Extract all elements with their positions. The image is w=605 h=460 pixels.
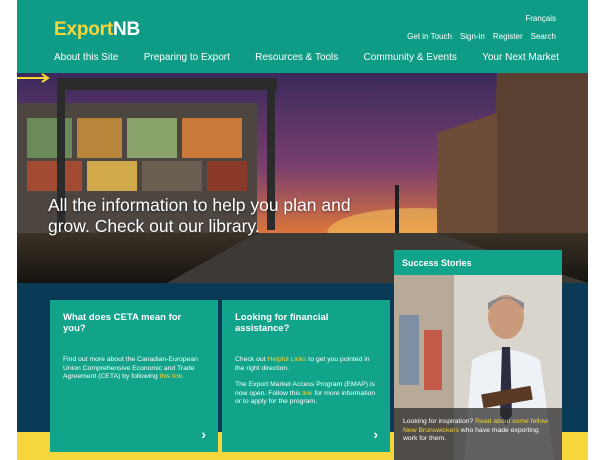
register-link[interactable]: Register — [493, 32, 523, 41]
search-link[interactable]: Search — [531, 32, 556, 41]
success-title: Success Stories — [394, 250, 562, 275]
ceta-title: What does CETA mean for you? — [63, 312, 182, 334]
finance-p1-text: Check out — [235, 356, 268, 363]
success-stories-panel[interactable]: Success Stories Looking for inspiration?… — [394, 250, 562, 460]
ceta-link[interactable]: this link — [160, 373, 183, 380]
nav-community[interactable]: Community & Events — [364, 52, 457, 63]
finance-body-2: The Export Market Access Program (EMAP) … — [235, 381, 377, 407]
language-toggle[interactable]: Français — [525, 14, 556, 23]
emap-link[interactable]: link — [302, 390, 312, 397]
nav-next-market[interactable]: Your Next Market — [482, 52, 559, 63]
utility-nav: Get in Touch Sign-in Register Search — [407, 32, 556, 41]
finance-card[interactable]: Looking for financial assistance? Check … — [222, 300, 390, 452]
exportnb-logo[interactable]: ExportNB — [54, 19, 140, 41]
ceta-body-end: . — [182, 373, 185, 381]
hero-headline[interactable]: All the information to help you plan and… — [48, 195, 368, 237]
site-header: ExportNB Français Get in Touch Sign-in R… — [17, 0, 588, 73]
chevron-right-icon[interactable]: › — [201, 426, 206, 442]
finance-body-1: Check out Helpful Links to get you point… — [235, 356, 377, 373]
right-arrow-icon[interactable] — [17, 73, 51, 83]
sign-in-link[interactable]: Sign-in — [460, 32, 485, 41]
page-frame: ExportNB Français Get in Touch Sign-in R… — [17, 0, 588, 460]
main-nav: About this Site Preparing to Export Reso… — [54, 52, 559, 63]
nav-preparing[interactable]: Preparing to Export — [144, 52, 230, 63]
success-cap-text: Looking for inspiration? — [403, 418, 476, 425]
nav-resources[interactable]: Resources & Tools — [255, 52, 338, 63]
get-in-touch-link[interactable]: Get in Touch — [407, 32, 452, 41]
success-caption: Looking for inspiration? Read about some… — [394, 408, 562, 460]
finance-title: Looking for financial assistance? — [235, 312, 329, 334]
helpful-links-link[interactable]: Helpful Links — [268, 356, 307, 363]
logo-nb: NB — [112, 19, 141, 40]
nav-about[interactable]: About this Site — [54, 52, 118, 63]
ceta-body: Find out more about the Canadian-Europea… — [63, 356, 205, 382]
logo-export: Export — [54, 19, 113, 40]
chevron-right-icon[interactable]: › — [373, 426, 378, 442]
ceta-card[interactable]: What does CETA mean for you? Find out mo… — [50, 300, 218, 452]
